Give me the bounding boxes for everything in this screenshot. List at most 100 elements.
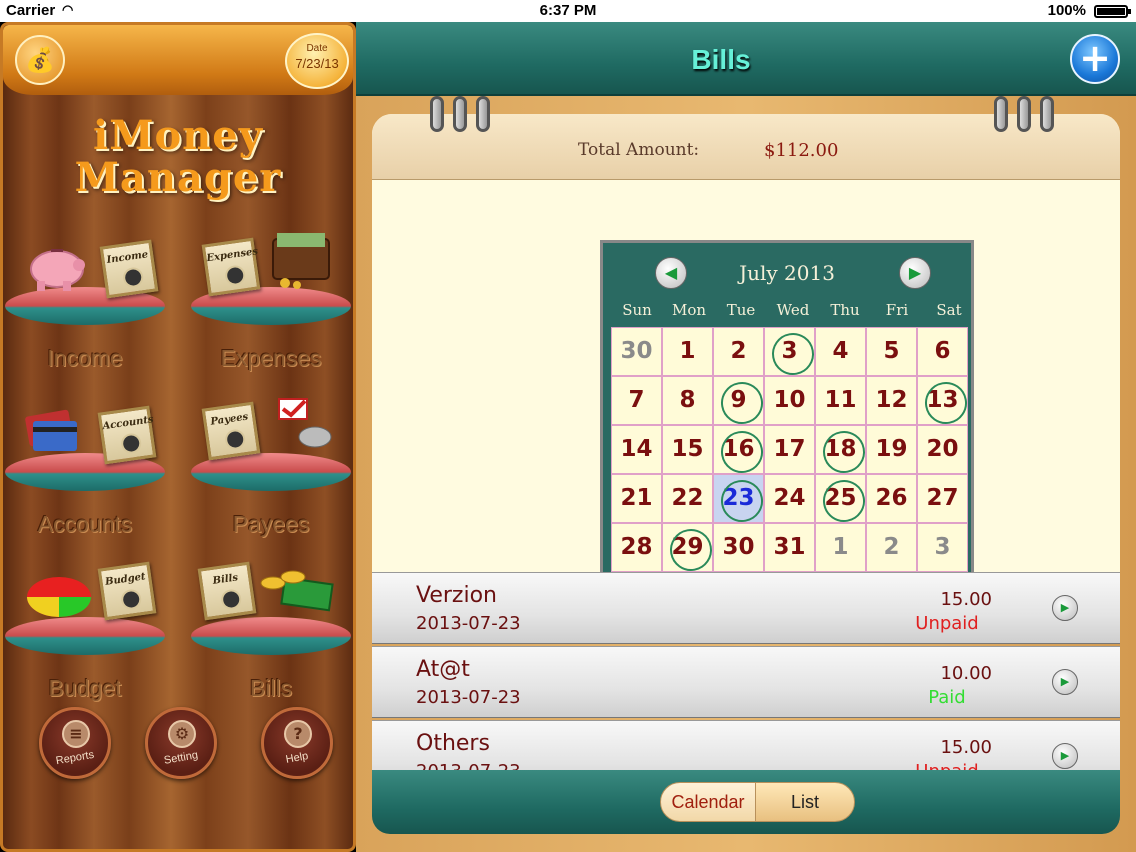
calendar-day[interactable]: 1 [815, 523, 866, 572]
calendar-day[interactable]: 30 [713, 523, 764, 572]
bill-amount: 15.00 [940, 589, 992, 610]
disclosure-arrow-icon[interactable]: ▶ [1052, 595, 1078, 621]
bill-row[interactable]: Verzion 2013-07-23 15.00 Unpaid ▶ [372, 572, 1120, 644]
calendar-day[interactable]: 14 [611, 425, 662, 474]
calendar-day[interactable]: 17 [764, 425, 815, 474]
date-badge[interactable]: Date 7/23/13 [285, 33, 349, 89]
calendar-day[interactable]: 3 [764, 327, 815, 376]
bills-tile[interactable]: Bills Bills [191, 553, 351, 701]
accounts-tile[interactable]: Accounts Accounts [5, 389, 165, 537]
reports-button[interactable]: ≡ Reports [39, 707, 111, 779]
calendar-header: ◀ July 2013 ▶ Sun Mon Tue Wed Thu Fri Sat [603, 243, 971, 327]
calendar-day[interactable]: 18 [815, 425, 866, 474]
next-month-button[interactable]: ▶ [899, 257, 931, 289]
bill-name: At@t [416, 657, 470, 682]
calendar-day[interactable]: 16 [713, 425, 764, 474]
calendar-day[interactable]: 13 [917, 376, 968, 425]
weekday-label: Sun [622, 301, 652, 319]
bill-amount: 15.00 [940, 737, 992, 758]
payees-label: Payees [232, 511, 310, 537]
arrow-right-icon: ▶ [908, 263, 922, 282]
weekday-label: Fri [885, 301, 909, 319]
calendar-day[interactable]: 6 [917, 327, 968, 376]
bottom-toolbar: Calendar List [372, 770, 1120, 834]
calendar-day[interactable]: 7 [611, 376, 662, 425]
calendar-day[interactable]: 20 [917, 425, 968, 474]
setting-button[interactable]: ⚙ Setting [145, 707, 217, 779]
help-icon: ? [284, 720, 312, 748]
pie-chart-icon [23, 567, 91, 617]
calendar-day[interactable]: 27 [917, 474, 968, 523]
payees-tile[interactable]: Payees Payees [191, 389, 351, 537]
shelf [191, 617, 351, 655]
reports-label: Reports [54, 748, 96, 768]
disclosure-arrow-icon[interactable]: ▶ [1052, 743, 1078, 769]
calendar-tab[interactable]: Calendar [660, 782, 756, 822]
accounts-card: Accounts [97, 405, 157, 465]
expenses-label: Expenses [220, 345, 322, 371]
bill-status: Paid [928, 687, 966, 708]
calendar-day[interactable]: 26 [866, 474, 917, 523]
clock: 6:37 PM [539, 2, 597, 19]
calendar-day[interactable]: 10 [764, 376, 815, 425]
calendar-day[interactable]: 22 [662, 474, 713, 523]
budget-tile[interactable]: Budget Budget [5, 553, 165, 701]
calendar-day[interactable]: 23 [713, 474, 764, 523]
calendar-day[interactable]: 25 [815, 474, 866, 523]
calendar-day[interactable]: 8 [662, 376, 713, 425]
battery-percent: 100% [1047, 2, 1086, 19]
payees-card: Payees [201, 401, 261, 461]
calendar-day[interactable]: 2 [866, 523, 917, 572]
weekday-label: Mon [671, 301, 707, 319]
calendar-day[interactable]: 29 [662, 523, 713, 572]
add-bill-button[interactable]: + [1070, 34, 1120, 84]
calendar-day[interactable]: 21 [611, 474, 662, 523]
weekday-label: Wed [776, 301, 810, 319]
checkmark-mouse-icon [271, 397, 332, 448]
calendar-day[interactable]: 19 [866, 425, 917, 474]
status-bar: Carrier ◠ 6:37 PM 100% [0, 0, 1136, 22]
expenses-card: Expenses [201, 237, 261, 297]
calendar-day[interactable]: 30 [611, 327, 662, 376]
main-menu-panel: 💰 Date 7/23/13 iMoney Manager Income Inc… [0, 22, 356, 852]
calendar-day[interactable]: 1 [662, 327, 713, 376]
cash-coins-icon [259, 569, 334, 619]
calendar-day[interactable]: 12 [866, 376, 917, 425]
budget-label: Budget [48, 675, 122, 701]
calendar-day[interactable]: 28 [611, 523, 662, 572]
bills-card: Bills [197, 561, 257, 621]
binder-rings-left [430, 96, 499, 136]
calendar-day[interactable]: 3 [917, 523, 968, 572]
binder-rings-right [994, 96, 1063, 136]
expenses-tile[interactable]: Expenses Expenses [191, 223, 351, 371]
gear-icon: ⚙ [168, 720, 196, 748]
income-tile[interactable]: Income Income [5, 223, 165, 371]
calendar-day[interactable]: 2 [713, 327, 764, 376]
bill-status: Unpaid [882, 761, 1012, 770]
calendar-day[interactable]: 24 [764, 474, 815, 523]
bill-row[interactable]: Others 2013-07-23 15.00 Unpaid ▶ [372, 720, 1120, 770]
logo-line-1: iMoney [93, 112, 263, 159]
calendar-day[interactable]: 31 [764, 523, 815, 572]
help-button[interactable]: ? Help [261, 707, 333, 779]
calendar-day[interactable]: 11 [815, 376, 866, 425]
page-title: Bills [691, 44, 751, 75]
calendar-day[interactable]: 9 [713, 376, 764, 425]
calendar-day[interactable]: 4 [815, 327, 866, 376]
calendar-day[interactable]: 15 [662, 425, 713, 474]
date-value: 7/23/13 [295, 56, 339, 71]
money-bag-icon[interactable]: 💰 [15, 35, 65, 85]
credit-cards-icon [23, 405, 83, 455]
plus-icon: + [1079, 36, 1111, 80]
list-tab[interactable]: List [755, 782, 855, 822]
bill-date: 2013-07-23 [416, 761, 521, 770]
total-amount-value: $112.00 [764, 140, 839, 161]
reports-icon: ≡ [62, 720, 90, 748]
bill-amount: 10.00 [940, 663, 992, 684]
bill-row[interactable]: At@t 2013-07-23 10.00 Paid ▶ [372, 646, 1120, 718]
accounts-label: Accounts [37, 511, 133, 537]
weekday-label: Sat [936, 301, 962, 319]
setting-label: Setting [163, 749, 199, 767]
calendar-day[interactable]: 5 [866, 327, 917, 376]
disclosure-arrow-icon[interactable]: ▶ [1052, 669, 1078, 695]
